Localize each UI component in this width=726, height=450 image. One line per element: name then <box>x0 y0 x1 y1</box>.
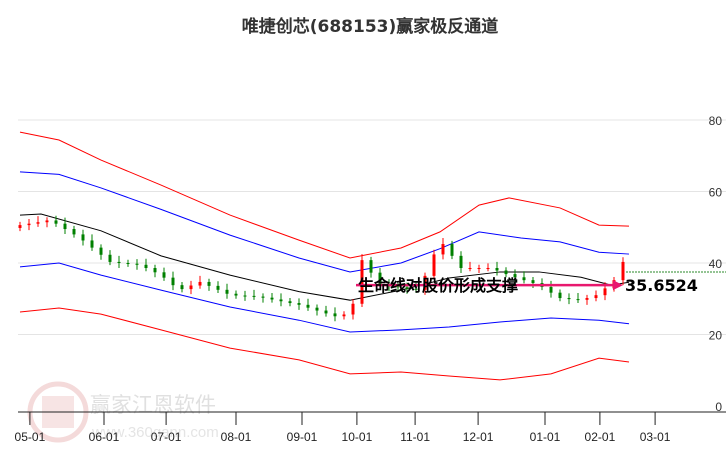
candle-body <box>135 263 139 265</box>
candle-body <box>117 261 121 263</box>
x-tick-label: 08-01 <box>221 430 252 444</box>
candle-body <box>72 229 76 235</box>
candle-body <box>153 268 157 273</box>
candle-body <box>243 295 247 297</box>
candles <box>18 215 625 322</box>
x-tick-label: 09-01 <box>287 430 318 444</box>
candle-body <box>495 268 499 271</box>
annotation-arrow-head <box>613 280 623 291</box>
candle-body <box>468 268 472 270</box>
candle-body <box>171 277 175 286</box>
candle-body <box>261 296 265 298</box>
candle-body <box>162 272 166 278</box>
candle-body <box>441 244 445 255</box>
x-tick-label: 03-01 <box>640 430 671 444</box>
y-tick-label: 80 <box>709 114 723 128</box>
x-tick-label: 07-01 <box>151 430 182 444</box>
candle-body <box>432 254 436 276</box>
candle-body <box>27 223 31 226</box>
candle-body <box>90 240 94 248</box>
candle-body <box>126 263 130 264</box>
candle-body <box>189 285 193 290</box>
candle-body <box>99 247 103 255</box>
annotation: 生命线对股价形成支撑 35.6524 <box>356 276 698 295</box>
chart: 唯捷创芯(688153)赢家极反通道 020406080 赢家江恩软件 www.… <box>15 16 726 444</box>
candle-body <box>36 222 40 224</box>
x-tick-label: 11-01 <box>400 430 430 444</box>
candle-body <box>279 299 283 302</box>
x-tick-label: 02-01 <box>585 430 616 444</box>
candle-body <box>342 314 346 317</box>
candle-body <box>54 220 58 224</box>
candle-body <box>297 303 301 305</box>
line-red-upper <box>19 131 630 259</box>
line-blue-lower <box>19 262 630 333</box>
candle-body <box>252 295 256 297</box>
annotation-value: 35.6524 <box>625 276 698 295</box>
y-axis: 020406080 <box>709 114 723 414</box>
candle-body <box>459 255 463 269</box>
candle-body <box>450 244 454 256</box>
candle-body <box>567 298 571 300</box>
candle-body <box>207 281 211 286</box>
y-tick-label: 20 <box>709 329 723 343</box>
y-tick-label: 40 <box>709 257 723 271</box>
candle-body <box>45 220 49 223</box>
x-tick-label: 05-01 <box>15 430 46 444</box>
candle-body <box>558 292 562 299</box>
x-tick-label: 01-01 <box>530 430 561 444</box>
candle-body <box>549 286 553 293</box>
candle-body <box>198 281 202 286</box>
x-tick-label: 10-01 <box>342 430 373 444</box>
candle-body <box>81 234 85 241</box>
candle-body <box>594 295 598 299</box>
grid <box>18 119 726 335</box>
watermark-name: 赢家江恩软件 <box>90 393 216 417</box>
y-tick-label: 60 <box>709 186 723 200</box>
candle-body <box>576 299 580 301</box>
candle-body <box>585 298 589 300</box>
candle-body <box>522 277 526 281</box>
annotation-text: 生命线对股价形成支撑 <box>358 276 518 295</box>
candle-body <box>603 288 607 296</box>
candle-body <box>234 293 238 296</box>
chart-title: 唯捷创芯(688153)赢家极反通道 <box>242 16 499 37</box>
candle-body <box>324 310 328 314</box>
candle-body <box>288 301 292 304</box>
x-tick-label: 12-01 <box>463 430 494 444</box>
candle-body <box>306 304 310 308</box>
candle-body <box>531 280 535 284</box>
candle-body <box>315 307 319 311</box>
candle-body <box>486 268 490 270</box>
candle-body <box>216 285 220 290</box>
candle-body <box>504 270 508 275</box>
candle-body <box>18 225 22 228</box>
candle-body <box>351 303 355 315</box>
candle-body <box>144 264 148 269</box>
candle-body <box>333 313 337 317</box>
candle-body <box>108 254 112 262</box>
x-tick-label: 06-01 <box>89 430 120 444</box>
candle-body <box>63 223 67 230</box>
candle-body <box>225 289 229 294</box>
candle-body <box>270 297 274 300</box>
candle-body <box>369 260 373 273</box>
candle-body <box>477 268 481 270</box>
candle-body <box>180 285 184 290</box>
